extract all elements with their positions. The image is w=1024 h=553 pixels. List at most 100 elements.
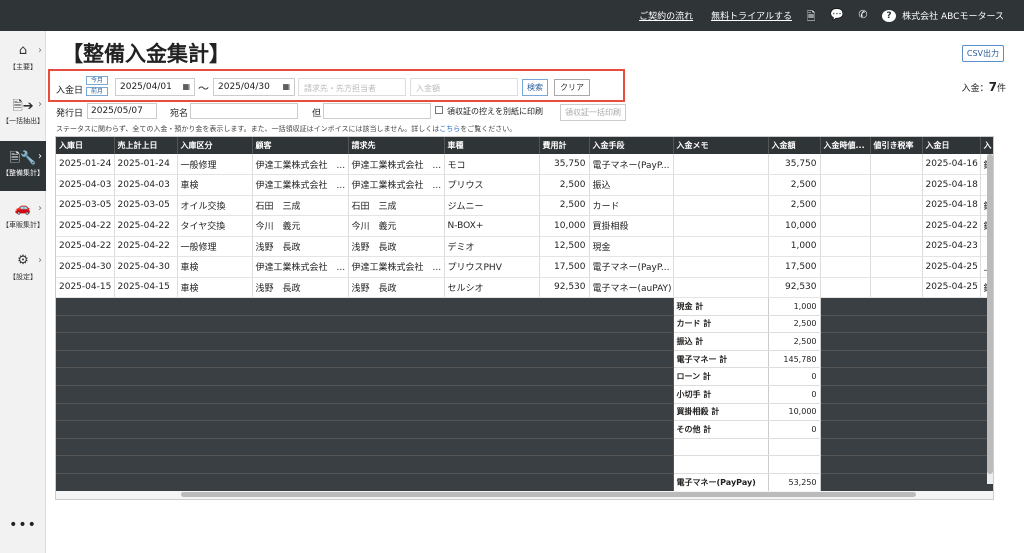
- summary-value: 2,500: [768, 332, 821, 351]
- table-row[interactable]: 2025-01-24 2025-01-24 一般修理 伊達工業株式会社 ... 伊達工業…: [56, 154, 993, 175]
- column-header[interactable]: 入庫日: [56, 137, 115, 154]
- vertical-scrollbar[interactable]: [987, 154, 993, 484]
- document-yen-icon[interactable]: 🗎: [804, 8, 818, 27]
- table-cell: 10,000: [539, 215, 590, 237]
- sidebar-item-settings[interactable]: ⚙ › 【設定】: [0, 245, 46, 295]
- last-month-button[interactable]: 前月: [86, 87, 108, 96]
- table-row[interactable]: 2025-04-22 2025-04-22 タイヤ交換 今川 義元 今川 義元 N-BOX…: [56, 215, 993, 237]
- table-cell: 今川 義元: [252, 215, 349, 237]
- table-cell: 2025-04-03: [56, 174, 115, 196]
- deposit-table: 入庫日 売上計上日 入庫区分 顧客 請求先 車種 費用計 入金手段 入金メモ 入…: [56, 137, 993, 499]
- column-header[interactable]: 入庫区分: [177, 137, 253, 154]
- summary-row: カード 計 2,500: [56, 315, 993, 334]
- table-row[interactable]: 2025-04-22 2025-04-22 一般修理 浅野 長政 浅野 長政 デミオ 12,…: [56, 236, 993, 257]
- this-month-button[interactable]: 今月: [86, 76, 108, 85]
- sidebar-item-main[interactable]: ⌂ › 【主要】: [0, 35, 46, 85]
- summary-spacer: [56, 350, 674, 369]
- clear-button[interactable]: クリア: [554, 79, 590, 96]
- phone-icon[interactable]: ✆: [856, 8, 870, 27]
- customer-search-input[interactable]: 請求先・先方担当者: [298, 78, 406, 96]
- table-row[interactable]: 2025-03-05 2025-03-05 オイル交換 石田 三成 石田 三成 ジムニー 2…: [56, 195, 993, 216]
- horizontal-scrollbar[interactable]: [56, 491, 993, 499]
- table-cell: 車検: [177, 277, 253, 298]
- table-cell: 2025-04-25: [922, 256, 981, 278]
- table-cell: [673, 277, 769, 298]
- issue-date-input[interactable]: 2025/05/07: [87, 103, 157, 119]
- table-row[interactable]: 2025-04-30 2025-04-30 車検 伊達工業株式会社 ... 伊達工業株式…: [56, 256, 993, 278]
- issue-date-label: 発行日: [56, 109, 84, 119]
- table-cell: 車検: [177, 256, 253, 278]
- more-menu-icon[interactable]: •••: [0, 517, 46, 533]
- table-cell: [673, 195, 769, 216]
- column-header[interactable]: 入金日: [922, 137, 981, 154]
- csv-export-button[interactable]: CSV出力: [961, 45, 1004, 62]
- addressee-input[interactable]: [190, 103, 298, 119]
- search-button[interactable]: 検索: [522, 79, 548, 96]
- amount-input[interactable]: 入金額: [410, 78, 518, 96]
- sidebar-item-maintenance[interactable]: 🗎🔧 › 【整備集計】: [0, 141, 46, 191]
- column-header[interactable]: 入: [980, 137, 993, 154]
- summary-row: [56, 455, 993, 474]
- summary-label: その他 計: [673, 420, 769, 439]
- summary-spacer: [56, 297, 674, 316]
- summary-row: 現金 計 1,000: [56, 297, 993, 316]
- column-header[interactable]: 売上計上日: [114, 137, 178, 154]
- help-icon[interactable]: ?: [882, 8, 896, 27]
- column-header[interactable]: 入金メモ: [673, 137, 769, 154]
- chevron-right-icon: ›: [38, 99, 42, 110]
- column-header[interactable]: 車種: [444, 137, 540, 154]
- table-cell: 2025-04-22: [56, 236, 115, 257]
- summary-label: 振込 計: [673, 332, 769, 351]
- calendar-icon[interactable]: ▦: [282, 82, 290, 91]
- summary-spacer: [820, 403, 993, 422]
- summary-row: [56, 438, 993, 457]
- notice-text: ステータスに関わらず、全ての入金・預かり金を表示します。また、一括領収証はインボ…: [56, 124, 516, 134]
- table-cell: ジムニー: [444, 195, 540, 216]
- contract-flow-link[interactable]: ご契約の流れ: [639, 9, 693, 22]
- table-cell: プリウス: [444, 174, 540, 196]
- horizontal-scroll-thumb[interactable]: [181, 492, 916, 497]
- table-cell: [870, 236, 923, 257]
- table-cell: カード: [589, 195, 674, 216]
- table-cell: 浅野 長政: [252, 277, 349, 298]
- date-to-input[interactable]: 2025/04/30 ▦: [213, 78, 295, 96]
- summary-label: 電子マネー(PayPay): [673, 473, 769, 492]
- sidebar-item-export[interactable]: 🗎➔ › 【一括抽出】: [0, 89, 46, 139]
- table-cell: 車検: [177, 174, 253, 196]
- company-name[interactable]: 株式会社 ABCモータース: [902, 9, 1004, 22]
- calendar-icon[interactable]: ▦: [182, 82, 190, 91]
- table-cell: 2025-01-24: [114, 154, 178, 175]
- date-from-input[interactable]: 2025/04/01 ▦: [115, 78, 195, 96]
- column-header[interactable]: 請求先: [348, 137, 445, 154]
- chevron-right-icon: ›: [38, 151, 42, 162]
- details-link[interactable]: こちら: [439, 125, 460, 133]
- sidebar-item-car-sales[interactable]: 🚗 › 【車販集計】: [0, 193, 46, 243]
- table-cell: 石田 三成: [252, 195, 349, 216]
- column-header[interactable]: 顧客: [252, 137, 349, 154]
- summary-spacer: [56, 438, 674, 457]
- column-header[interactable]: 費用計: [539, 137, 590, 154]
- table-row[interactable]: 2025-04-15 2025-04-15 車検 浅野 長政 浅野 長政 セルシオ 92,5…: [56, 277, 993, 298]
- table-cell: デミオ: [444, 236, 540, 257]
- column-header[interactable]: 入金時値...: [820, 137, 871, 154]
- column-header[interactable]: 入金手段: [589, 137, 674, 154]
- summary-spacer: [56, 473, 674, 492]
- summary-value: 0: [768, 385, 821, 404]
- tadashi-input[interactable]: [323, 103, 431, 119]
- table-cell: 今川 義元: [348, 215, 445, 237]
- table-cell: 12,500: [539, 236, 590, 257]
- chat-icon[interactable]: 💬: [830, 8, 844, 27]
- column-header[interactable]: 値引き税率: [870, 137, 923, 154]
- free-trial-link[interactable]: 無料トライアルする: [711, 9, 792, 22]
- summary-value: 0: [768, 420, 821, 439]
- table-row[interactable]: 2025-04-03 2025-04-03 車検 伊達工業株式会社 ... 伊達工業株式…: [56, 174, 993, 196]
- table-cell: 2025-04-22: [114, 236, 178, 257]
- table-cell: 92,530: [768, 277, 821, 298]
- summary-label: 電子マネー 計: [673, 350, 769, 369]
- summary-row: 買掛相殺 計 10,000: [56, 403, 993, 422]
- vertical-scroll-thumb[interactable]: [987, 154, 993, 474]
- table-cell: [820, 256, 871, 278]
- print-copy-checkbox[interactable]: [435, 106, 443, 114]
- column-header[interactable]: 入金額: [768, 137, 821, 154]
- bulk-print-button[interactable]: 領収証一括印刷: [560, 104, 626, 121]
